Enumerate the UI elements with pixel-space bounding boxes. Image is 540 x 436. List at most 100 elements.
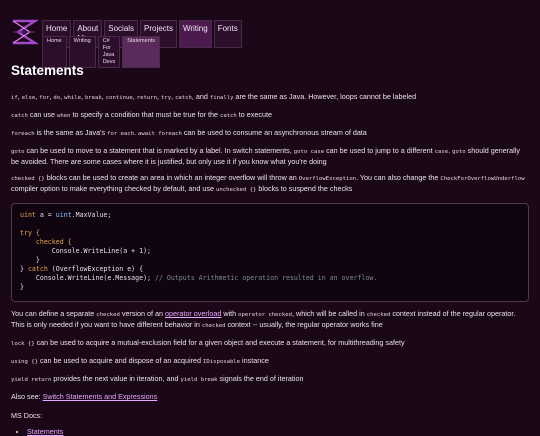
inline-code: for each	[107, 131, 135, 137]
code-token: Console.WriteLine(e.Message);	[35, 274, 152, 282]
code-token: uint	[55, 211, 72, 219]
text: .	[134, 128, 137, 137]
inline-code: checked	[96, 312, 120, 318]
code-token: uint	[20, 211, 36, 219]
text: can be used to acquire a mutual-exclusio…	[36, 338, 405, 347]
text: .	[448, 146, 451, 155]
inline-code: await foreach	[138, 131, 182, 137]
ms-docs-list: Statements	[11, 427, 529, 436]
code-token: try {	[20, 229, 40, 237]
paragraph-basic-statements: if, else, for, do, while, break, continu…	[11, 92, 417, 101]
paragraph-using: using {} can be used to acquire and disp…	[11, 356, 529, 367]
inline-code: operator checked	[238, 312, 293, 318]
inline-code: checked	[366, 312, 391, 318]
text: Also see:	[11, 392, 41, 401]
text: can use	[29, 110, 56, 119]
paragraph-checked-operator: You can define a separate checked versio…	[11, 309, 529, 331]
paragraph-yield: yield return provides the next value in …	[11, 374, 529, 385]
text: blocks to suspend the checks	[258, 184, 353, 193]
code-if: if	[11, 95, 18, 101]
code-line: try {	[20, 229, 520, 238]
text: can be used to acquire and dispose of an…	[39, 356, 201, 365]
page-title: Statements	[11, 63, 84, 78]
text: blocks can be used to create an area in …	[46, 173, 297, 182]
ms-docs-label: MS Docs:	[11, 411, 43, 420]
code-while: while	[64, 95, 81, 101]
operator-overload-link[interactable]: operator overload	[165, 309, 221, 318]
text: version of an	[121, 309, 163, 318]
inline-code: catch	[219, 113, 237, 119]
inline-code: case	[434, 149, 449, 155]
code-do: do	[53, 95, 61, 101]
inline-code: yield return	[11, 377, 52, 383]
text: instance	[242, 356, 269, 365]
text: You can define a separate	[11, 309, 95, 318]
paragraph-also-see: Also see: Switch Statements and Expressi…	[11, 392, 529, 401]
paragraph-foreach: foreach is the same as Java's for each. …	[11, 128, 529, 139]
site-logo-icon[interactable]	[10, 18, 38, 46]
code-line: Console.WriteLine(a + 1);	[20, 247, 520, 256]
inline-code: catch	[11, 113, 28, 119]
inline-code: unchecked {}	[215, 187, 257, 193]
text: is the same as Java's	[36, 128, 106, 137]
inline-code: IDisposable	[203, 359, 241, 365]
text: context -- usually, the regular operator…	[227, 320, 383, 329]
code-line: uint a = uint.MaxValue;	[20, 211, 520, 220]
inline-code: CheckForOverflowUnderflow	[440, 176, 525, 182]
nav-fonts[interactable]: Fonts	[213, 20, 242, 48]
paragraph-goto: goto can be used to move to a statement …	[11, 146, 529, 166]
code-token: Console.WriteLine(a + 1);	[51, 247, 152, 255]
text: , which will be called in	[292, 309, 365, 318]
code-token: a =	[35, 211, 56, 219]
code-line: }	[20, 256, 520, 265]
ms-docs-statements-link[interactable]: Statements	[27, 427, 63, 436]
text: to specify a condition that must be true…	[72, 110, 218, 119]
list-item: Statements	[27, 427, 529, 436]
code-line: checked {	[20, 238, 520, 247]
code-line: Console.WriteLine(e.Message); // Outputs…	[20, 274, 520, 283]
code-token: checked {	[35, 238, 72, 246]
code-token: catch	[27, 265, 48, 273]
text: can be used to move to a statement that …	[26, 146, 292, 155]
inline-code: using {}	[11, 359, 38, 365]
paragraph-checked: checked {} blocks can be used to create …	[11, 173, 529, 195]
text: . You can also change the	[356, 173, 439, 182]
code-finally: finally	[209, 95, 234, 101]
inline-code: foreach	[11, 131, 35, 137]
code-comment: // Outputs Arithmetic operation resulted…	[151, 274, 378, 282]
text: and	[195, 92, 208, 101]
inline-code: goto	[11, 149, 25, 155]
code-for: for	[39, 95, 50, 101]
code-token: }	[20, 283, 24, 291]
text: to execute	[238, 110, 272, 119]
text: can be used to jump to a different	[326, 146, 433, 155]
code-line: }	[20, 283, 520, 292]
inline-code: when	[57, 113, 71, 119]
code-token: }	[20, 265, 28, 273]
text: can be used to consume an asynchronous s…	[183, 128, 367, 137]
inline-code: yield break	[180, 377, 218, 383]
switch-statements-link[interactable]: Switch Statements and Expressions	[43, 392, 158, 401]
inline-code: checked {}	[11, 176, 45, 182]
paragraph-catch-when: catch can use when to specify a conditio…	[11, 110, 529, 121]
text: signals the end of iteration	[219, 374, 304, 383]
code-continue: continue	[105, 95, 133, 101]
code-try: try	[160, 95, 172, 101]
text: with	[223, 309, 237, 318]
code-else: else	[21, 95, 36, 101]
inline-code: goto case	[293, 149, 325, 155]
text: are the same as Java. However, loops can…	[235, 92, 417, 101]
code-break: break	[84, 95, 102, 101]
paragraph-lock: lock {} can be used to acquire a mutual-…	[11, 338, 529, 349]
code-token: .MaxValue;	[71, 211, 112, 219]
code-token: }	[35, 256, 40, 264]
text: provides the next value in iteration, an…	[53, 374, 179, 383]
inline-code: lock {}	[11, 341, 35, 347]
text: compiler option to make everything check…	[11, 184, 214, 193]
inline-code: goto	[452, 149, 466, 155]
code-token: (OverflowException e) {	[47, 265, 144, 273]
nav-writing[interactable]: Writing	[178, 20, 212, 48]
code-block: uint a = uint.MaxValue; try { checked { C…	[11, 203, 529, 302]
code-line: } catch (OverflowException e) {	[20, 265, 520, 274]
